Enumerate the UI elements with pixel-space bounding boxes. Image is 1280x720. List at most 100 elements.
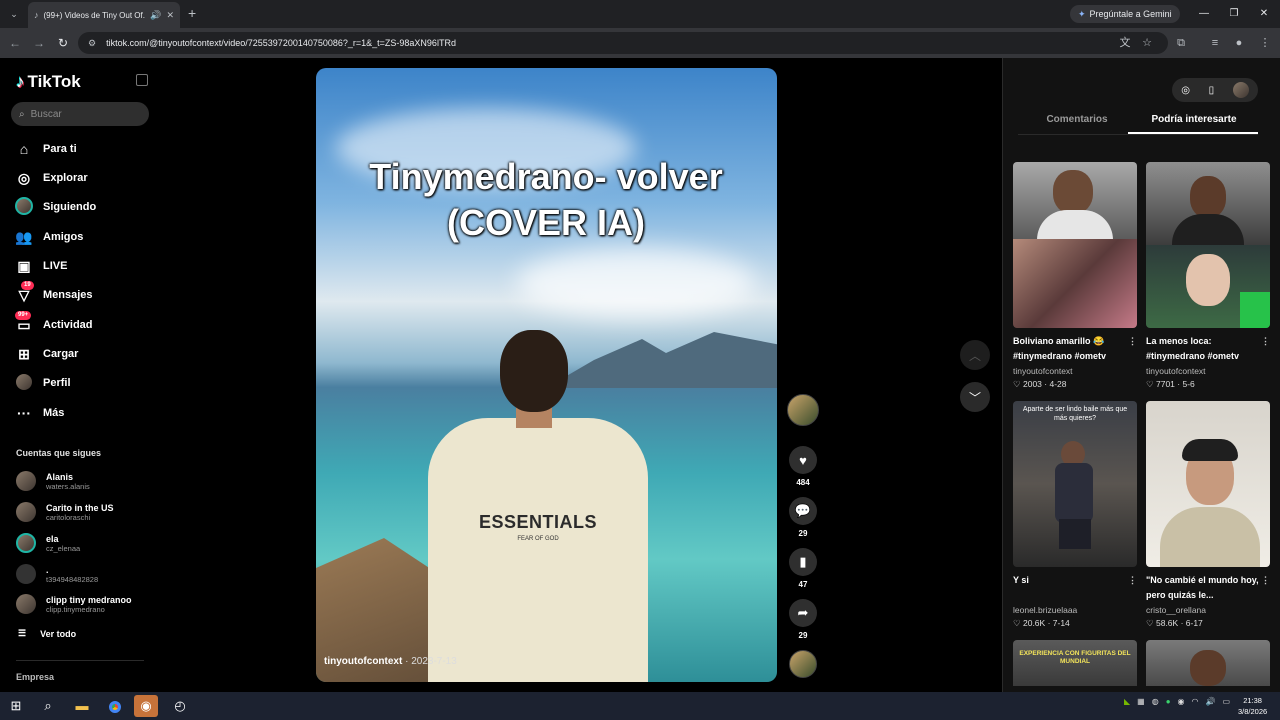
app-icon-clock[interactable]: ◴ [168, 695, 192, 717]
keyboard-icon[interactable]: ▦ [1137, 697, 1145, 706]
video-author[interactable]: tinyoutofcontext [324, 656, 402, 667]
url-bar[interactable]: ⚙ tiktok.com/@tinyoutofcontext/video/725… [78, 32, 1168, 54]
nav-mensajes[interactable]: ▽ 19 Mensajes [15, 280, 93, 306]
nav-amigos[interactable]: 👥 Amigos [15, 226, 83, 248]
avatar [16, 471, 36, 491]
following-heading: Cuentas que sigues [16, 448, 102, 458]
minimize-button[interactable]: — [1192, 5, 1216, 23]
app-tray-icon[interactable]: ◉ [1178, 697, 1185, 706]
followed-account[interactable]: . t394948482828 [16, 561, 98, 587]
more-options-icon[interactable]: ⋮ [1261, 573, 1270, 588]
video-thumbnail: Aparte de ser lindo baile más que más qu… [1013, 401, 1137, 567]
chrome-icon[interactable] [103, 695, 127, 717]
share-arrow-icon[interactable]: ➦ [789, 599, 817, 627]
new-tab-button[interactable]: + [188, 6, 196, 20]
followed-account[interactable]: Carito in the US caritoloraschi [16, 499, 114, 525]
volume-icon[interactable]: 🔊 [1206, 697, 1216, 706]
tiktok-logo[interactable]: ♪ TikTok [16, 72, 81, 92]
app-icon[interactable]: ◉ [134, 695, 158, 717]
bookmark-icon[interactable]: ▮ [789, 548, 817, 576]
avatar [16, 594, 36, 614]
followed-account[interactable]: ela cz_elenaa [16, 530, 80, 556]
see-all-link[interactable]: ☰ Ver todo [18, 628, 76, 639]
video-player[interactable]: ESSENTIALS FEAR OF GOD Tinymedrano- volv… [316, 68, 777, 682]
translate-icon[interactable]: 文 [1116, 34, 1134, 52]
previous-video-button[interactable]: ︿ [960, 340, 990, 370]
tab-comments[interactable]: Comentarios [1018, 114, 1136, 125]
card-username: tinyoutofcontext [1146, 366, 1206, 376]
search-input[interactable]: ⌕ Buscar [11, 102, 149, 126]
recommended-video-card[interactable]: "No cambié el mundo hoy, pero quizás le.… [1146, 401, 1270, 629]
url-text: tiktok.com/@tinyoutofcontext/video/72553… [106, 38, 456, 48]
collapse-sidebar-icon[interactable] [136, 74, 148, 86]
display-icon[interactable]: ▭ [1222, 697, 1230, 706]
chevron-down-icon: ﹀ [968, 390, 981, 405]
see-all-label: Ver todo [40, 628, 77, 639]
back-button[interactable]: ← [6, 34, 24, 52]
recommended-video-card[interactable]: La menos loca: #tinymedrano #ometv ⋮ tiny… [1146, 162, 1270, 390]
file-explorer-icon[interactable]: ▬ [70, 695, 94, 717]
nav-label: Explorar [43, 172, 88, 184]
nav-cargar[interactable]: ⊞ Cargar [15, 343, 78, 365]
compass-icon[interactable]: ◎ [1181, 85, 1190, 96]
search-icon[interactable]: ⌕ [36, 695, 60, 717]
account-username: t394948482828 [46, 574, 99, 584]
nav-explorar[interactable]: ◎ Explorar [15, 167, 88, 189]
forward-button[interactable]: → [30, 34, 48, 52]
followed-account[interactable]: Alanis waters.alanis [16, 468, 90, 494]
tab-separator [1018, 134, 1258, 135]
recommended-video-thumbnail[interactable] [1146, 640, 1270, 686]
menu-kebab-icon[interactable]: ⋮ [1256, 34, 1274, 52]
site-info-icon[interactable]: ⚙ [88, 38, 96, 49]
profile-icon[interactable]: ● [1230, 34, 1248, 52]
comment-icon[interactable]: 💬 [789, 497, 817, 525]
more-icon: ··· [17, 405, 31, 421]
shirt-brand-text: ESSENTIALS [478, 512, 598, 532]
network-icon[interactable]: ◠ [1192, 697, 1199, 706]
tab-list-icon[interactable]: ⌄ [6, 6, 22, 22]
restore-button[interactable]: ❐ [1222, 5, 1246, 23]
taskbar-clock[interactable]: 21:38 3/8/2026 [1238, 695, 1267, 717]
security-icon[interactable]: ◍ [1152, 697, 1159, 706]
taskbar [0, 692, 1280, 720]
nav-para-ti[interactable]: ⌂ Para ti [15, 138, 77, 160]
recommended-video-thumbnail[interactable]: EXPERIENCIA CON FIGURITAS DEL MUNDIAL [1013, 640, 1137, 686]
nav-mas[interactable]: ··· Más [15, 402, 64, 424]
close-window-button[interactable]: ✕ [1252, 5, 1276, 23]
recommended-video-card[interactable]: Aparte de ser lindo baile más que más qu… [1013, 401, 1137, 629]
speaker-icon[interactable]: 🔊 [150, 10, 161, 21]
nav-siguiendo[interactable]: Siguiendo [15, 196, 96, 218]
reload-button[interactable]: ↻ [54, 34, 72, 52]
tiktok-note-icon: ♪ [16, 72, 25, 91]
nav-perfil[interactable]: Perfil [15, 372, 71, 394]
more-options-icon[interactable]: ⋮ [1128, 573, 1137, 588]
company-link[interactable]: Empresa [16, 672, 54, 682]
account-name: Alanis [46, 471, 74, 482]
search-placeholder: Buscar [30, 108, 62, 120]
media-controls-icon[interactable]: ≡ [1206, 34, 1224, 52]
extensions-icon[interactable]: ⧉ [1172, 34, 1190, 52]
music-disc-avatar[interactable] [789, 650, 817, 678]
creator-avatar[interactable] [787, 394, 819, 426]
account-name: Carito in the US [46, 502, 114, 513]
recommended-video-card[interactable]: Boliviano amarillo 😂 #tinymedrano #ometv… [1013, 162, 1137, 390]
tab-may-like[interactable]: Podría interesarte [1130, 114, 1258, 125]
browser-tab[interactable]: ♪ (99+) Videos de Tiny Out Of... 🔊 ✕ [28, 2, 180, 28]
more-options-icon[interactable]: ⋮ [1128, 334, 1137, 349]
nav-actividad[interactable]: ▭ 99+ Actividad [15, 310, 93, 336]
windows-start-icon[interactable]: ⊞ [4, 695, 28, 717]
more-options-icon[interactable]: ⋮ [1261, 334, 1270, 349]
nvidia-icon[interactable]: ◣ [1124, 697, 1130, 706]
followed-account[interactable]: clipp tiny medranoo clipp.tinymedrano [16, 591, 132, 617]
phone-icon[interactable]: ▯ [1209, 85, 1215, 96]
gemini-button[interactable]: ✦ Pregúntale a Gemini [1070, 5, 1180, 23]
nav-live[interactable]: ▣ LIVE [15, 255, 67, 277]
status-dot-icon[interactable]: ● [1166, 697, 1171, 706]
nav-label: Para ti [43, 143, 77, 155]
bookmark-star-icon[interactable]: ☆ [1138, 34, 1156, 52]
close-tab-icon[interactable]: ✕ [166, 10, 174, 21]
mountain-shape [546, 332, 777, 388]
next-video-button[interactable]: ﹀ [960, 382, 990, 412]
user-avatar[interactable] [1232, 82, 1249, 98]
like-heart-icon[interactable]: ♥ [789, 446, 817, 474]
